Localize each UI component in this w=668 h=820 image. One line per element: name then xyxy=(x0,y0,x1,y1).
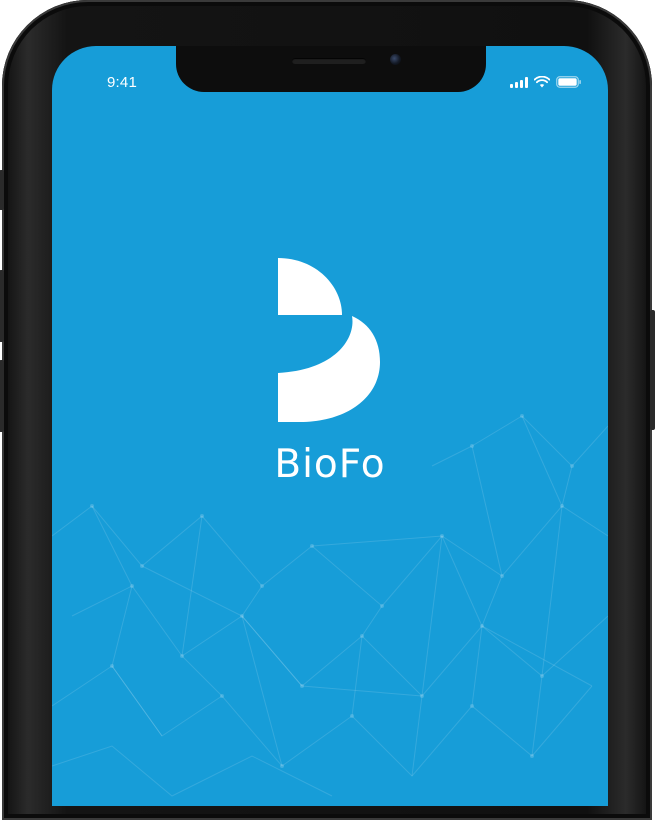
volume-up-button xyxy=(0,270,4,342)
battery-icon xyxy=(556,76,581,88)
status-time: 9:41 xyxy=(107,74,137,91)
power-button xyxy=(650,310,655,430)
app-name: BioFo xyxy=(274,442,386,487)
splash-screen: 9:41 BioFo xyxy=(52,46,608,806)
volume-down-button xyxy=(0,360,4,432)
earpiece-speaker xyxy=(292,58,366,64)
front-camera xyxy=(390,54,401,65)
status-icons xyxy=(510,76,582,88)
mute-switch xyxy=(0,170,4,210)
wifi-icon xyxy=(534,76,550,88)
signal-icon xyxy=(510,76,528,88)
phone-frame: 9:41 BioFo xyxy=(0,0,655,820)
biofo-logo-icon xyxy=(278,258,380,422)
notch xyxy=(176,46,486,92)
